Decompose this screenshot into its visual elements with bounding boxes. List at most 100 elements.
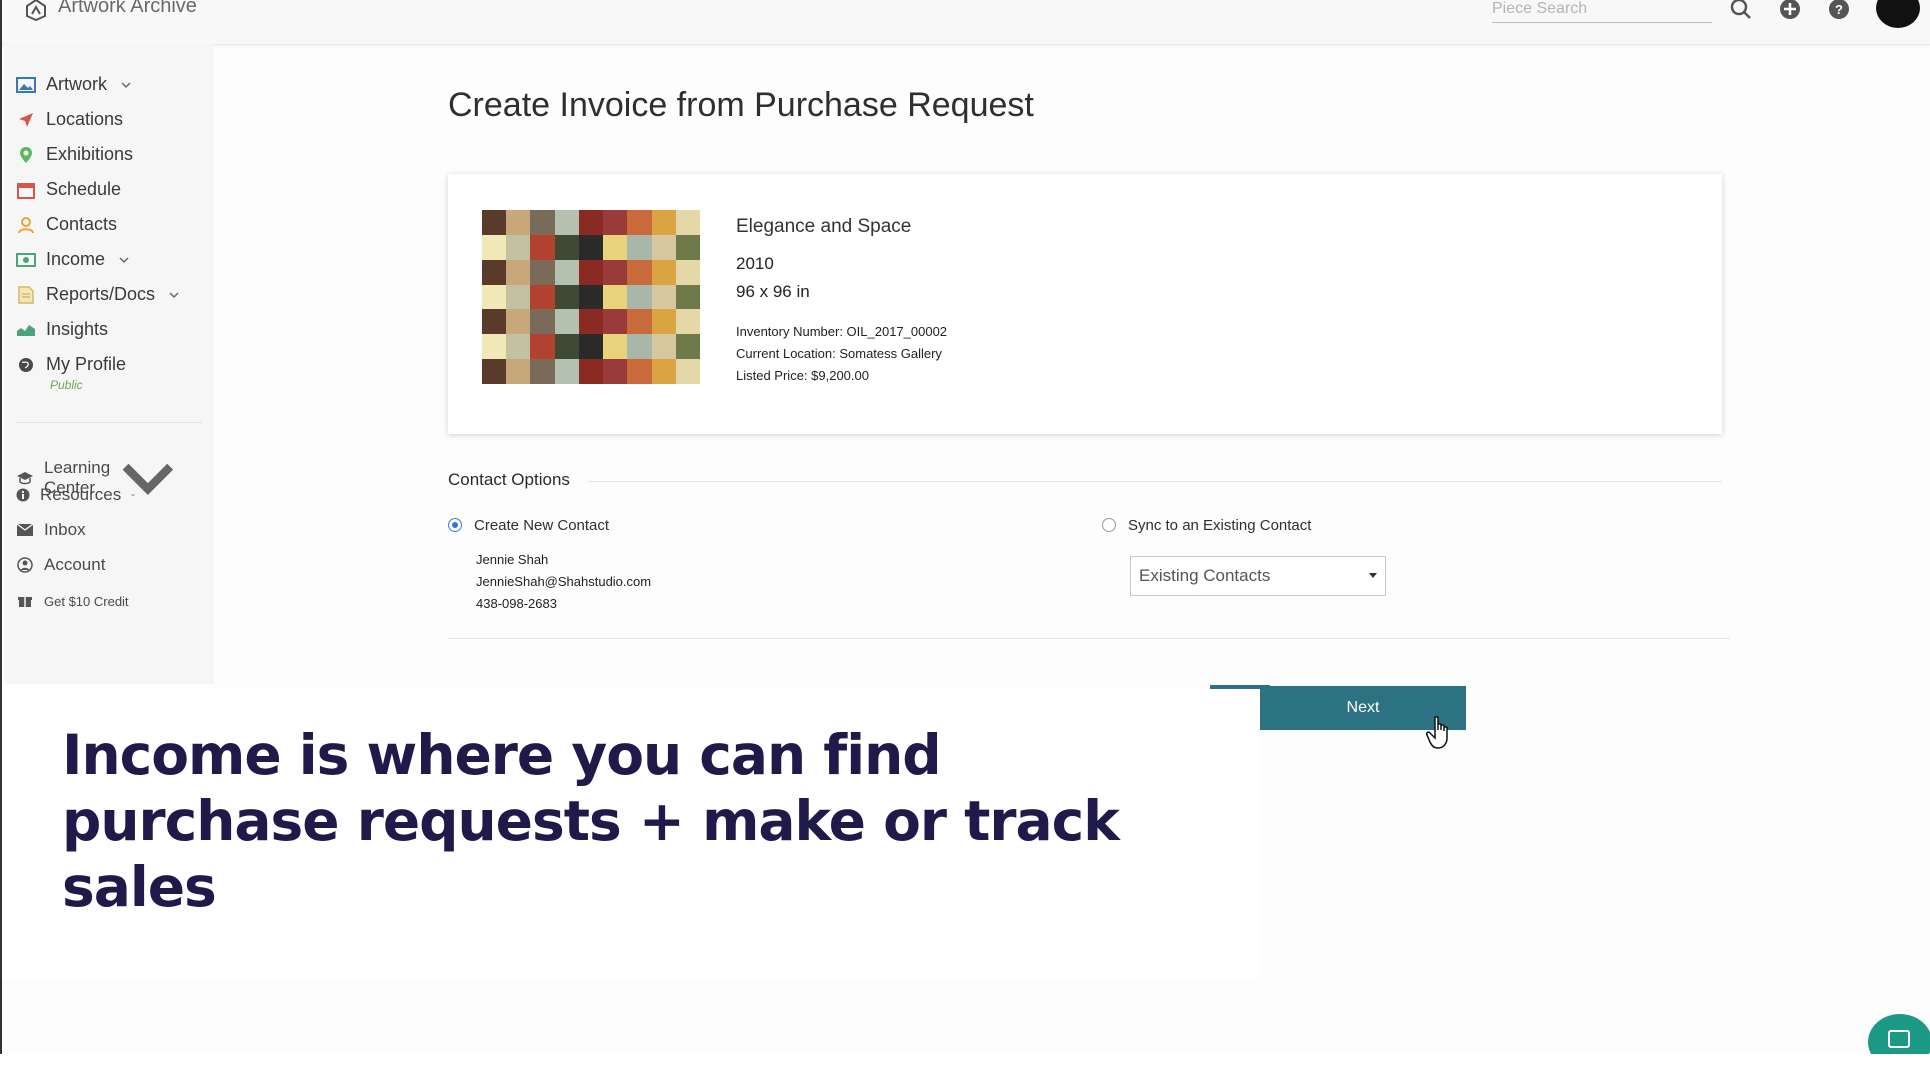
painting-swatch bbox=[578, 210, 604, 235]
painting-swatch bbox=[506, 210, 531, 235]
sidebar-item-label: Get $10 Credit bbox=[44, 593, 129, 609]
sidebar-item-label: Inbox bbox=[44, 520, 86, 539]
painting-swatch bbox=[651, 234, 676, 260]
painting-swatch bbox=[578, 284, 604, 310]
artwork-title: Elegance and Space bbox=[736, 216, 912, 237]
painting-swatch bbox=[675, 210, 700, 235]
sidebar-item-get-credit[interactable]: Get $10 Credit bbox=[16, 592, 129, 610]
create-new-contact-label[interactable]: Create New Contact bbox=[474, 517, 609, 534]
painting-swatch bbox=[627, 234, 652, 260]
sidebar-item-label: Artwork bbox=[46, 74, 108, 94]
sidebar-item-insights[interactable]: Insights bbox=[16, 319, 108, 340]
sidebar-item-label: Reports/Docs bbox=[46, 284, 156, 304]
caption-text: Income is where you can find purchase re… bbox=[62, 723, 1120, 919]
artwork-year: 2010 bbox=[736, 254, 774, 273]
sidebar-item-label: Income bbox=[46, 249, 106, 269]
create-new-contact-radio[interactable] bbox=[448, 518, 462, 532]
painting-swatch bbox=[675, 359, 700, 384]
existing-contacts-select[interactable]: Existing Contacts bbox=[1130, 556, 1386, 596]
painting-swatch bbox=[627, 284, 652, 310]
painting-swatch bbox=[651, 259, 676, 285]
sidebar-item-schedule[interactable]: Schedule bbox=[16, 179, 121, 200]
app-window: Artwork Archive ? Artwork Locations Exhi… bbox=[0, 0, 1930, 1054]
painting-swatch bbox=[506, 334, 531, 360]
sidebar-item-inbox[interactable]: Inbox bbox=[16, 520, 86, 540]
sidebar-item-artwork[interactable]: Artwork bbox=[16, 74, 131, 95]
hand-cursor-icon bbox=[1426, 716, 1448, 749]
painting-swatch bbox=[506, 284, 531, 310]
sidebar-item-my-profile[interactable]: My Profile bbox=[16, 354, 126, 375]
sidebar-item-label: My Profile bbox=[46, 354, 127, 374]
painting-swatch bbox=[482, 309, 507, 335]
sidebar-item-reports[interactable]: Reports/Docs bbox=[16, 284, 179, 305]
painting-swatch bbox=[554, 359, 579, 384]
painting-swatch bbox=[675, 259, 700, 285]
painting-swatch bbox=[506, 309, 531, 335]
sidebar-item-contacts[interactable]: Contacts bbox=[16, 214, 117, 235]
contact-options-title: Contact Options bbox=[448, 470, 570, 489]
chevron-down-icon bbox=[121, 81, 131, 88]
sync-existing-contact-label[interactable]: Sync to an Existing Contact bbox=[1128, 517, 1311, 534]
sidebar-item-account[interactable]: Account bbox=[16, 555, 105, 575]
add-icon[interactable] bbox=[1777, 0, 1803, 22]
envelope-icon bbox=[16, 521, 34, 539]
painting-swatch bbox=[530, 359, 555, 384]
painting-swatch bbox=[675, 284, 700, 310]
piece-search[interactable] bbox=[1492, 0, 1712, 23]
svg-text:?: ? bbox=[1835, 2, 1843, 17]
help-icon[interactable]: ? bbox=[1826, 0, 1852, 22]
contact-name: Jennie Shah bbox=[476, 552, 549, 567]
location-arrow-icon bbox=[16, 110, 36, 130]
painting-swatch bbox=[482, 210, 507, 235]
sidebar: Artwork Locations Exhibitions Schedule C… bbox=[4, 44, 214, 684]
existing-contacts-value: Existing Contacts bbox=[1139, 566, 1271, 585]
gift-icon bbox=[16, 592, 34, 610]
painting-swatch bbox=[578, 234, 604, 260]
painting-swatch bbox=[482, 334, 507, 360]
artwork-inventory-number: Inventory Number: OIL_2017_00002 bbox=[736, 324, 948, 339]
user-avatar[interactable] bbox=[1876, 0, 1920, 28]
painting-swatch bbox=[603, 284, 628, 310]
artwork-thumbnail[interactable] bbox=[482, 210, 700, 384]
contacts-icon bbox=[16, 215, 36, 235]
globe-icon bbox=[16, 355, 36, 375]
painting-swatch bbox=[651, 359, 676, 384]
painting-swatch bbox=[530, 234, 555, 260]
search-input[interactable] bbox=[1492, 0, 1712, 18]
brand[interactable]: Artwork Archive bbox=[24, 0, 197, 22]
painting-swatch bbox=[627, 359, 652, 384]
painting-swatch bbox=[554, 210, 579, 235]
artwork-current-location: Current Location: Somatess Gallery bbox=[736, 346, 942, 361]
painting-swatch bbox=[651, 334, 676, 360]
sidebar-item-locations[interactable]: Locations bbox=[16, 109, 123, 130]
sidebar-item-label: Insights bbox=[46, 319, 109, 339]
painting-swatch bbox=[651, 210, 676, 235]
sidebar-item-label: Account bbox=[44, 555, 106, 574]
sidebar-item-exhibitions[interactable]: Exhibitions bbox=[16, 144, 133, 165]
artwork-size: 96 x 96 in bbox=[736, 282, 810, 301]
painting-swatch bbox=[651, 309, 676, 335]
artwork-card: Elegance and Space 2010 96 x 96 in Inven… bbox=[448, 174, 1722, 434]
sidebar-item-resources[interactable]: Resources bbox=[16, 485, 136, 505]
brand-name: Artwork Archive bbox=[58, 0, 197, 17]
sidebar-item-income[interactable]: Income bbox=[16, 249, 129, 270]
search-icon[interactable] bbox=[1728, 0, 1754, 22]
document-icon bbox=[16, 285, 36, 305]
map-pin-icon bbox=[16, 145, 36, 165]
sidebar-item-label: Exhibitions bbox=[46, 144, 134, 164]
chart-icon bbox=[16, 320, 36, 340]
painting-swatch bbox=[603, 234, 628, 260]
sync-existing-contact-radio[interactable] bbox=[1102, 518, 1116, 532]
painting-swatch bbox=[627, 334, 652, 360]
user-circle-icon bbox=[16, 556, 34, 574]
painting-swatch bbox=[482, 359, 507, 384]
painting-swatch bbox=[603, 359, 628, 384]
chevron-down-icon bbox=[169, 291, 179, 298]
painting-swatch bbox=[627, 259, 652, 285]
painting-swatch bbox=[482, 284, 507, 310]
caret-down-icon bbox=[1369, 573, 1377, 578]
painting-swatch bbox=[578, 309, 604, 335]
artwork-archive-logo-icon bbox=[26, 0, 46, 22]
painting-swatch bbox=[506, 259, 531, 285]
painting-swatch bbox=[530, 334, 555, 360]
